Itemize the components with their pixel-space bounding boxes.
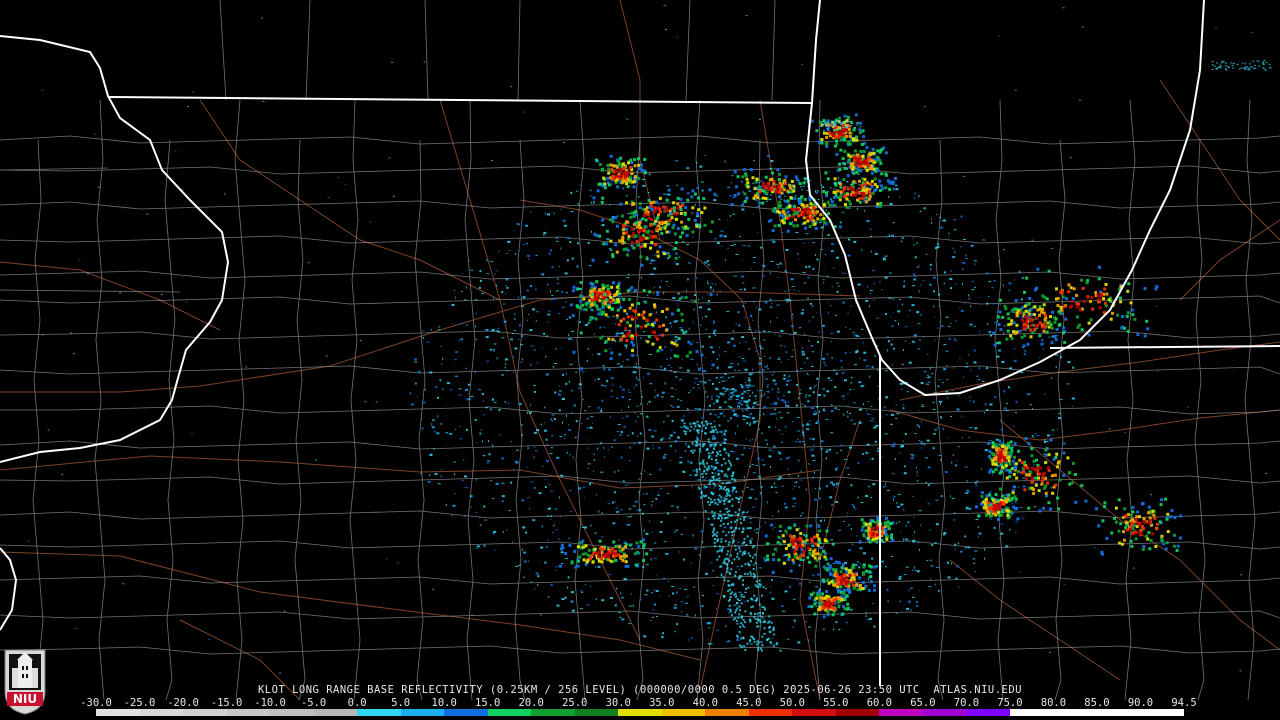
scale-label: 90.0	[1127, 697, 1154, 709]
scale-swatch	[400, 709, 445, 716]
scale-label: 35.0	[649, 697, 675, 709]
scale-swatch	[487, 709, 532, 716]
scale-label: -10.0	[254, 697, 286, 709]
scale-label: 70.0	[953, 697, 980, 709]
scale-label: 20.0	[518, 697, 544, 709]
scale-swatch	[574, 709, 619, 716]
scale-label: 65.0	[910, 697, 936, 709]
scale-label: 15.0	[475, 697, 501, 709]
scale-swatch	[1096, 709, 1141, 716]
scale-label: 94.5	[1171, 697, 1197, 709]
scale-swatch	[1009, 709, 1054, 716]
scale-label: 40.0	[692, 697, 718, 709]
scale-label: 85.0	[1084, 697, 1110, 709]
scale-swatch	[357, 709, 401, 716]
scale-swatch	[531, 709, 575, 716]
scale-label: -20.0	[167, 697, 199, 709]
scale-swatch	[139, 709, 184, 716]
scale-swatch	[748, 709, 793, 716]
scale-swatch	[226, 709, 271, 716]
scale-label: -25.0	[123, 697, 156, 709]
scale-label: 0.0	[347, 697, 367, 709]
scale-swatch	[96, 709, 140, 716]
scale-swatch	[444, 709, 488, 716]
scale-label: 60.0	[866, 697, 893, 709]
scale-swatch	[922, 709, 967, 716]
scale-swatch	[313, 709, 358, 716]
scale-label: 75.0	[997, 697, 1023, 709]
scale-label: -5.0	[300, 697, 327, 709]
scale-swatch	[661, 709, 706, 716]
scale-swatch	[1053, 709, 1097, 716]
scale-swatch	[705, 709, 749, 716]
scale-label: 5.0	[391, 697, 411, 709]
scale-label: 45.0	[736, 697, 762, 709]
scale-swatch	[792, 709, 836, 716]
niu-logo-text: NIU	[13, 692, 37, 706]
niu-logo: NIU	[4, 649, 46, 715]
scale-label: 30.0	[605, 697, 631, 709]
scale-label: -30.0	[80, 697, 112, 709]
scale-label: 25.0	[562, 697, 588, 709]
scale-label: 10.0	[431, 697, 457, 709]
scale-swatch	[1140, 709, 1184, 716]
scale-swatch	[618, 709, 662, 716]
scale-label: 55.0	[823, 697, 849, 709]
scale-swatch	[183, 709, 227, 716]
radar-map	[0, 0, 1280, 720]
color-scale-bar	[96, 709, 1184, 716]
scale-label: -15.0	[210, 697, 243, 709]
scale-swatch	[879, 709, 923, 716]
scale-swatch	[270, 709, 314, 716]
scale-label: 80.0	[1040, 697, 1067, 709]
scale-swatch	[966, 709, 1010, 716]
scale-label: 50.0	[779, 697, 805, 709]
color-scale-labels: -30.0 -25.0 -20.0 -15.0 -10.0 -5.0 0.0 5.0 10.0 1…	[80, 697, 1197, 709]
product-caption: KLOT LONG RANGE BASE REFLECTIVITY (0.25K…	[257, 684, 1022, 696]
scale-swatch	[835, 709, 880, 716]
